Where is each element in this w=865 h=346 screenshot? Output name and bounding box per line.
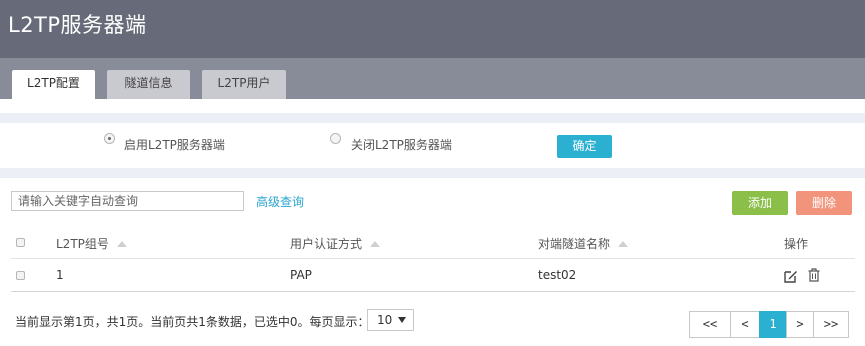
column-header-label: 对端隧道名称 xyxy=(538,237,611,251)
column-header-group[interactable]: L2TP组号 xyxy=(56,229,127,259)
cell-peer: test02 xyxy=(538,268,577,282)
page-header: L2TP服务器端 xyxy=(0,0,865,58)
enable-server-label: 启用L2TP服务器端 xyxy=(124,138,225,152)
page-title: L2TP服务器端 xyxy=(8,13,147,37)
cell-group: 1 xyxy=(56,268,64,282)
tab-l2tp-users[interactable]: L2TP用户 xyxy=(202,70,286,99)
sort-up-icon[interactable] xyxy=(370,241,381,247)
sort-up-icon[interactable] xyxy=(116,241,127,247)
column-header-peer[interactable]: 对端隧道名称 xyxy=(538,229,629,259)
page-1-button[interactable]: 1 xyxy=(759,311,787,338)
disable-server-radio[interactable] xyxy=(330,133,341,144)
advanced-search-link[interactable]: 高级查询 xyxy=(256,193,304,210)
content-top xyxy=(0,99,865,113)
server-mode-row: 启用L2TP服务器端 关闭L2TP服务器端 确定 xyxy=(0,123,865,168)
edit-icon[interactable] xyxy=(784,269,798,283)
add-button[interactable]: 添加 xyxy=(732,191,788,215)
page-size-value: 10 xyxy=(377,313,393,327)
delete-button[interactable]: 删除 xyxy=(796,191,852,215)
tab-l2tp-config[interactable]: L2TP配置 xyxy=(12,70,95,99)
next-page-button[interactable]: > xyxy=(786,311,814,338)
enable-server-radio[interactable] xyxy=(104,133,115,144)
tab-bar: L2TP配置 隧道信息 L2TP用户 xyxy=(0,58,865,99)
table-row[interactable]: 1 PAP test02 xyxy=(11,259,855,292)
column-header-auth[interactable]: 用户认证方式 xyxy=(290,229,381,259)
sort-up-icon[interactable] xyxy=(618,241,629,247)
column-header-actions: 操作 xyxy=(784,237,809,251)
search-input[interactable] xyxy=(11,191,244,211)
page-size-select[interactable]: 10 xyxy=(367,309,414,331)
divider-strip xyxy=(0,113,865,123)
column-header-label: 用户认证方式 xyxy=(290,237,363,251)
last-page-button[interactable]: >> xyxy=(813,311,849,338)
table-header: L2TP组号 用户认证方式 对端隧道名称 操作 xyxy=(11,229,855,259)
divider-strip xyxy=(0,168,865,178)
pagination: << < 1 > >> xyxy=(689,311,849,338)
pagination-status: 当前显示第1页，共1页。当前页共1条数据，已选中0。每页显示： xyxy=(15,315,370,329)
prev-page-button[interactable]: < xyxy=(730,311,760,338)
disable-server-label: 关闭L2TP服务器端 xyxy=(351,138,452,152)
chevron-down-icon xyxy=(398,317,406,323)
l2tp-group-table: L2TP组号 用户认证方式 对端隧道名称 操作 1 PAP test02 xyxy=(11,229,855,292)
column-header-label: L2TP组号 xyxy=(56,237,109,251)
select-all-checkbox[interactable] xyxy=(16,238,25,247)
trash-icon[interactable] xyxy=(808,268,820,282)
row-checkbox[interactable] xyxy=(16,271,25,280)
first-page-button[interactable]: << xyxy=(689,311,731,338)
tab-tunnel-info[interactable]: 隧道信息 xyxy=(107,70,190,99)
cell-auth: PAP xyxy=(290,268,312,282)
confirm-button[interactable]: 确定 xyxy=(557,135,612,158)
